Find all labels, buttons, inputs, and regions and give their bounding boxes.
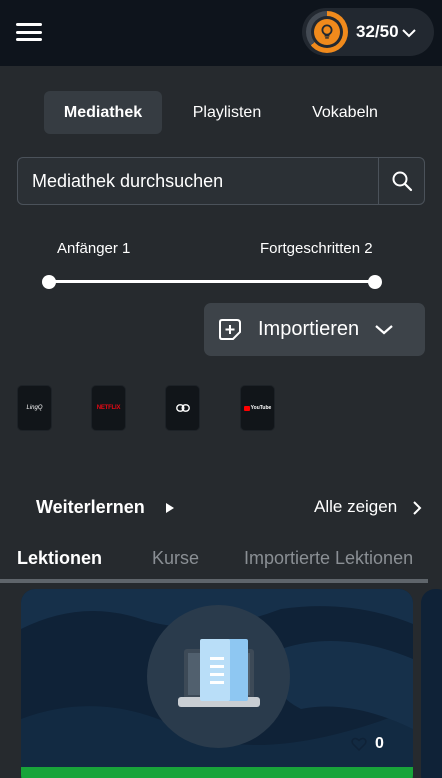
level-slider-track[interactable] (48, 280, 376, 283)
chevron-right-icon[interactable] (412, 500, 422, 516)
youtube-logo: YouTube (243, 405, 271, 411)
play-arrow-icon[interactable] (165, 502, 175, 514)
chevron-down-icon (401, 29, 416, 38)
continue-learning-title: Weiterlernen (36, 497, 145, 517)
main-tabs: Mediathek Playlisten Vokabeln (0, 91, 442, 134)
lightbulb-icon (314, 19, 340, 45)
next-lesson-card[interactable] (421, 589, 442, 778)
lingq-logo: LingQ (26, 405, 43, 411)
level-min-label: Anfänger 1 (57, 240, 131, 257)
like-control[interactable]: 0 (351, 735, 384, 753)
search-bar (17, 157, 425, 205)
level-slider-max-handle[interactable] (368, 275, 382, 289)
source-link[interactable] (165, 385, 200, 431)
source-lingq[interactable]: LingQ (17, 385, 52, 431)
tab-lessons[interactable]: Lektionen (17, 548, 102, 569)
netflix-logo: NETFLIX (96, 405, 121, 411)
show-all-link[interactable]: Alle zeigen (314, 497, 397, 517)
streak-progress-ring (306, 11, 348, 53)
tab-imported-lessons[interactable]: Importierte Lektionen (244, 548, 413, 569)
search-input[interactable] (18, 158, 378, 204)
lesson-progress-bar (21, 767, 413, 778)
streak-count: 32/50 (356, 22, 399, 41)
level-max-label: Fortgeschritten 2 (260, 240, 373, 257)
level-slider-min-handle[interactable] (42, 275, 56, 289)
link-logo (175, 404, 190, 412)
top-bar: 32/50 (0, 0, 442, 66)
streak-goal-button[interactable]: 32/50 (302, 8, 434, 56)
source-youtube[interactable]: YouTube (240, 385, 275, 431)
tab-playlists[interactable]: Playlisten (176, 91, 278, 134)
add-document-icon (219, 318, 241, 340)
lesson-card[interactable]: 0 (21, 589, 413, 778)
import-button[interactable]: Importieren (204, 303, 425, 356)
chevron-down-icon (375, 325, 393, 335)
lesson-thumbnail (147, 605, 290, 748)
search-icon (392, 171, 413, 192)
document-laptop-icon (177, 638, 260, 707)
tab-courses[interactable]: Kurse (152, 548, 199, 569)
like-count: 0 (375, 735, 384, 752)
tab-underline (0, 579, 428, 583)
search-button[interactable] (378, 158, 425, 204)
heart-icon (351, 737, 367, 751)
tab-library[interactable]: Mediathek (44, 91, 162, 134)
hamburger-menu-icon[interactable] (16, 23, 42, 41)
import-label: Importieren (258, 318, 360, 340)
source-netflix[interactable]: NETFLIX (91, 385, 126, 431)
tab-vocabulary[interactable]: Vokabeln (296, 91, 394, 134)
